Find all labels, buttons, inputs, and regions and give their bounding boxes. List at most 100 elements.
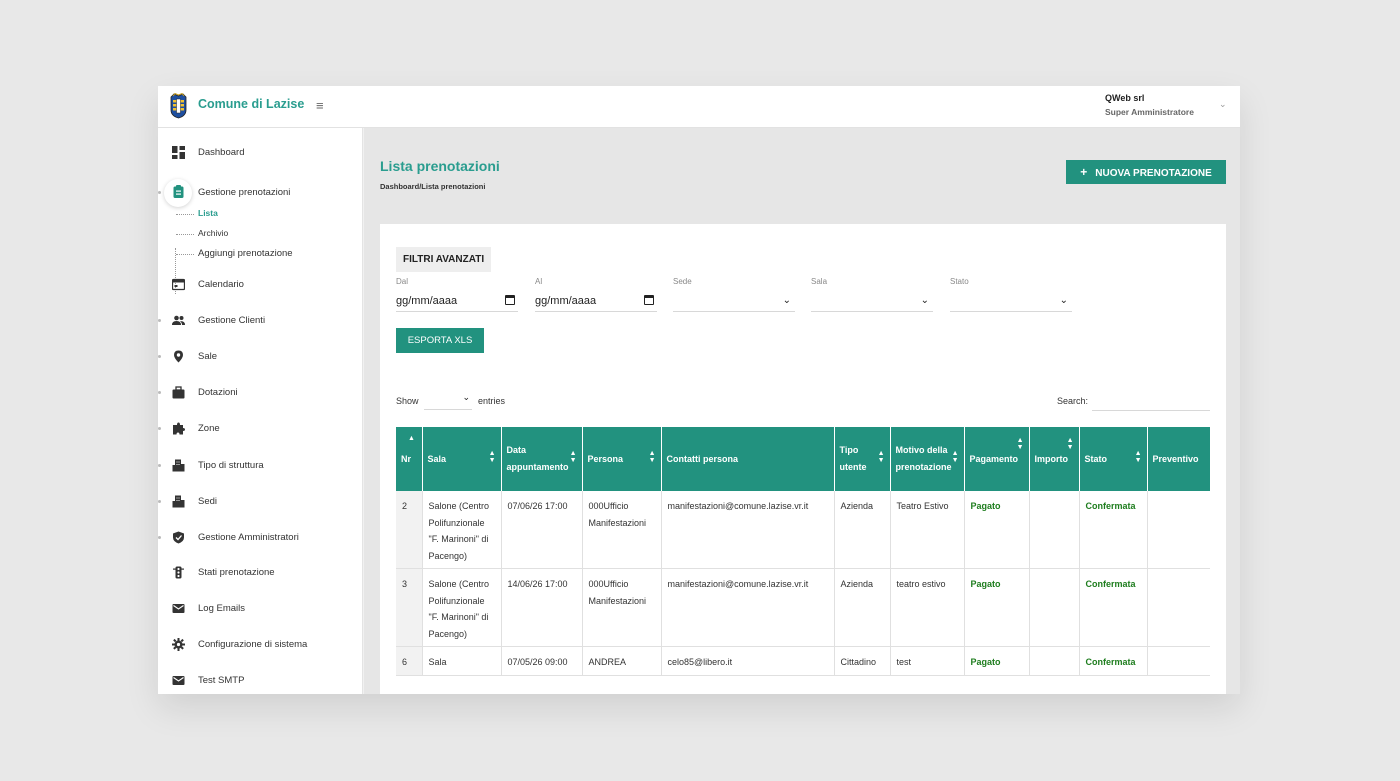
search-input[interactable] [1092, 389, 1210, 411]
date-from-input[interactable]: gg/mm/aaaa [396, 290, 518, 312]
stato-select[interactable]: ⌄ [950, 290, 1072, 312]
chevron-down-icon[interactable]: ⌄ [1219, 99, 1227, 110]
filter-label-sala: Sala [811, 277, 828, 286]
sidebar-item-dashboard[interactable]: Dashboard [158, 142, 363, 164]
submenu-item-archivio[interactable]: Archivio [175, 228, 228, 238]
column-header-preventivo[interactable]: Preventivo [1147, 427, 1210, 491]
menu-toggle-icon[interactable]: ≡ [316, 98, 324, 113]
app-brand[interactable]: Comune di Lazise [198, 97, 304, 111]
sala-select[interactable]: ⌄ [811, 290, 933, 312]
sidebar-item-calendario[interactable]: Calendario [158, 274, 363, 296]
breadcrumb-current: Lista prenotazioni [421, 182, 486, 191]
column-header-motivo[interactable]: Motivo della prenotazione ▲ ▼ [890, 427, 965, 491]
coat-of-arms-logo [170, 93, 187, 119]
sidebar-item-sedi[interactable]: Sedi [158, 491, 363, 513]
cell-data: 07/06/26 17:00 [501, 491, 583, 569]
bookings-card: FILTRI AVANZATI Dal gg/mm/aaaa Al gg/mm/… [380, 224, 1226, 694]
sidebar-item-label: Configurazione di sistema [198, 639, 308, 650]
briefcase-icon [172, 386, 185, 399]
sidebar-item-sale[interactable]: Sale [158, 346, 363, 368]
date-to-input[interactable]: gg/mm/aaaa [535, 290, 657, 312]
shield-icon [173, 531, 184, 544]
advanced-filters-toggle[interactable]: FILTRI AVANZATI [396, 247, 492, 272]
cell-contatti: manifestazioni@comune.lazise.vr.it [661, 568, 835, 647]
sort-icon: ▲ ▼ [1134, 450, 1142, 464]
user-name[interactable]: QWeb srl [1105, 93, 1144, 103]
cell-pagamento: Pagato [964, 646, 1030, 676]
bookings-table: ▲ Nr Sala ▲ ▼ Data appuntamento ▲ ▼ Persona ▲ ▼… [396, 427, 1210, 676]
expand-dot [158, 500, 161, 503]
cell-persona: 000Ufficio Manifestazioni [582, 491, 662, 569]
sort-icon: ▲ ▼ [1066, 437, 1074, 451]
sidebar-item-label: Gestione prenotazioni [198, 187, 291, 198]
table-row[interactable]: 6 Sala 07/05/26 09:00 ANDREA celo85@libe… [396, 646, 1210, 676]
cell-data: 07/05/26 09:00 [501, 646, 583, 676]
column-header-label: Preventivo [1152, 453, 1199, 464]
filter-label-sede: Sede [673, 277, 692, 286]
expand-dot [158, 464, 161, 467]
column-header-importo[interactable]: Importo ▲ ▼ [1029, 427, 1080, 491]
new-booking-button[interactable]: + NUOVA PRENOTAZIONE [1066, 160, 1226, 184]
filter-label-stato: Stato [950, 277, 969, 286]
sort-icon: ▲ ▼ [1016, 437, 1024, 451]
sidebar-item-test-smtp[interactable]: Test SMTP [158, 670, 363, 692]
filter-label-dal: Dal [396, 277, 409, 286]
cell-tipo: Azienda [834, 568, 891, 647]
sidebar-item-zone[interactable]: Zone [158, 418, 363, 440]
users-icon [172, 315, 185, 325]
user-role: Super Amministratore [1105, 107, 1194, 117]
sidebar-item-label: Test SMTP [198, 675, 245, 686]
column-header-pagamento[interactable]: Pagamento ▲ ▼ [964, 427, 1030, 491]
column-header-contatti[interactable]: Contatti persona [661, 427, 835, 491]
column-header-data[interactable]: Data appuntamento ▲ ▼ [501, 427, 583, 491]
sort-icon: ▲ ▼ [569, 450, 577, 464]
breadcrumb-home[interactable]: Dashboard [380, 182, 419, 191]
cell-sala: Salone (Centro Polifunzionale "F. Marino… [422, 491, 502, 569]
column-header-label: Sala [427, 453, 447, 464]
column-header-stato[interactable]: Stato ▲ ▼ [1079, 427, 1148, 491]
top-bar: Comune di Lazise ≡ QWeb srl Super Ammini… [158, 86, 1240, 128]
sidebar-item-stati-prenotazione[interactable]: Stati prenotazione [158, 562, 363, 584]
sidebar-item-gestione-clienti[interactable]: Gestione Clienti [158, 310, 363, 332]
sidebar-item-label: Sedi [198, 496, 218, 507]
expand-dot [158, 427, 161, 430]
submenu-item-lista[interactable]: Lista [176, 208, 218, 218]
cell-preventivo [1147, 491, 1210, 569]
cell-nr: 2 [396, 491, 423, 569]
cell-stato: Confermata [1079, 568, 1148, 647]
sede-select[interactable]: ⌄ [673, 290, 795, 312]
sort-icon: ▲ ▼ [488, 450, 496, 464]
table-row[interactable]: 3 Salone (Centro Polifunzionale "F. Mari… [396, 568, 1210, 647]
column-header-label: Importo [1034, 453, 1069, 464]
sort-asc-icon: ▲ [408, 435, 415, 442]
page-length-select[interactable]: ⌄ [424, 389, 472, 410]
cell-persona: ANDREA [582, 646, 662, 676]
cell-importo [1029, 568, 1080, 647]
filter-label-al: Al [535, 277, 543, 286]
sidebar-item-tipo-di-struttura[interactable]: Tipo di struttura [158, 455, 363, 477]
sidebar-item-gestione-amministratori[interactable]: Gestione Amministratori [158, 527, 363, 549]
gear-icon [172, 638, 185, 651]
cell-pagamento: Pagato [964, 568, 1030, 647]
expand-dot [158, 191, 161, 194]
cell-sala: Salone (Centro Polifunzionale "F. Marino… [422, 568, 502, 647]
calendar-icon[interactable] [644, 295, 654, 305]
sidebar-item-label: Zone [198, 423, 220, 434]
sidebar-item-dotazioni[interactable]: Dotazioni [158, 382, 363, 404]
column-header-persona[interactable]: Persona ▲ ▼ [582, 427, 662, 491]
submenu-item-aggiungi[interactable]: Aggiungi prenotazione [176, 248, 293, 259]
column-header-tipo[interactable]: Tipo utente ▲ ▼ [834, 427, 891, 491]
map-pin-icon [174, 350, 183, 363]
sidebar-item-log-emails[interactable]: Log Emails [158, 598, 363, 620]
export-xls-button[interactable]: ESPORTA XLS [396, 328, 484, 353]
column-header-sala[interactable]: Sala ▲ ▼ [422, 427, 502, 491]
sidebar-item-gestione-prenotazioni[interactable]: Gestione prenotazioni [158, 176, 363, 208]
column-header-nr[interactable]: ▲ Nr [396, 427, 423, 491]
sidebar-item-configurazione[interactable]: Configurazione di sistema [158, 634, 363, 656]
calendar-icon[interactable] [505, 295, 515, 305]
new-booking-label: NUOVA PRENOTAZIONE [1095, 168, 1212, 179]
expand-dot [158, 536, 161, 539]
sidebar-item-label: Log Emails [198, 603, 245, 614]
table-row[interactable]: 2 Salone (Centro Polifunzionale "F. Mari… [396, 491, 1210, 569]
main-content: Lista prenotazioni Dashboard/Lista preno… [364, 128, 1240, 694]
